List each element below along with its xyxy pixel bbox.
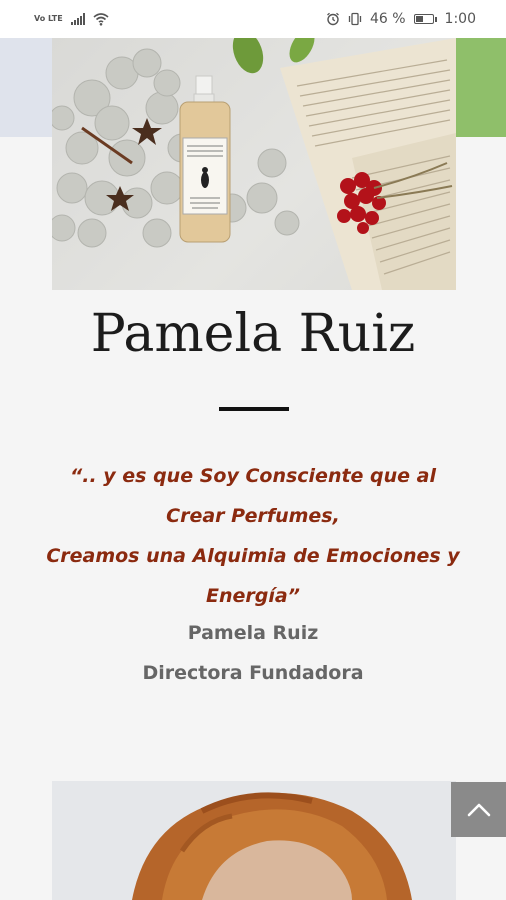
portrait-illustration [52,781,456,900]
signal-icon [70,13,85,25]
status-bar-left: Vo LTE [34,12,109,26]
network-type-label: Vo LTE [34,14,63,23]
scroll-to-top-button[interactable] [451,782,506,837]
open-book [280,38,456,290]
clock: 1:00 [444,11,476,27]
quote-line-1: “.. y es que Soy Consciente que al Crear… [69,465,437,527]
battery-icon [413,14,437,24]
hero-image [52,38,456,290]
perfume-bottle [179,75,231,243]
alarm-icon [327,12,339,26]
vibrate-icon [348,12,362,26]
battery-percent: 46 % [369,11,406,27]
status-bar-right: 46 % 1:00 [326,11,476,27]
chevron-up-icon [467,803,490,816]
background-accent-left [0,38,52,137]
quote-author: Pamela Ruiz [187,622,319,644]
page-title: Pamela Ruiz [90,304,416,364]
perfume-still-life [52,38,456,290]
title-divider [219,407,289,411]
portrait-photo [52,781,456,900]
quote-line-2: Creamos una Alquimia de Emociones y Ener… [46,545,460,607]
background-accent-right [456,38,506,137]
wifi-icon [93,13,109,26]
founder-quote: “.. y es que Soy Consciente que al Crear… [40,456,466,616]
status-bar: Vo LTE 46 % 1:00 [0,0,506,38]
author-role: Directora Fundadora [142,662,364,684]
